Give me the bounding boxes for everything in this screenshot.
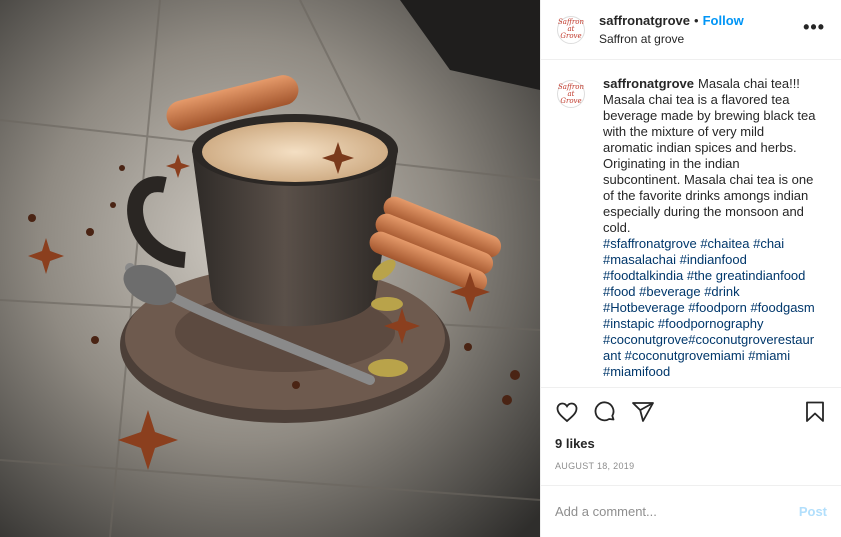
- post-photo[interactable]: [0, 0, 540, 537]
- post-date[interactable]: AUGUST 18, 2019: [555, 461, 827, 471]
- share-icon[interactable]: [631, 400, 655, 424]
- header-username[interactable]: saffronatgrove: [599, 13, 690, 28]
- location-link[interactable]: Saffron at grove: [599, 31, 803, 47]
- instagram-post: Saffron at Grove saffronatgrove • Follow S…: [0, 0, 841, 537]
- caption: Saffron at Grove saffronatgrove Masala ch…: [557, 76, 825, 387]
- caption-avatar-logo-text: Saffron at Grove: [558, 82, 584, 105]
- comment-icon[interactable]: [593, 400, 617, 424]
- header-text: saffronatgrove • Follow Saffron at grove: [599, 13, 803, 47]
- comments-section: Saffron at Grove saffronatgrove Masala ch…: [541, 60, 841, 387]
- caption-text: Masala chai tea!!! Masala chai tea is a …: [603, 76, 816, 235]
- follow-button[interactable]: Follow: [703, 13, 744, 28]
- avatar-logo-text: Saffron at Grove: [558, 18, 584, 40]
- caption-hashtags[interactable]: #sfaffronatgrove #chaitea #chai #masalac…: [603, 236, 817, 380]
- heart-icon[interactable]: [555, 400, 579, 424]
- avatar[interactable]: Saffron at Grove: [557, 15, 585, 44]
- caption-username[interactable]: saffronatgrove: [603, 76, 694, 91]
- post-sidebar: Saffron at Grove saffronatgrove • Follow S…: [540, 0, 841, 537]
- like-count[interactable]: 9 likes: [555, 436, 827, 451]
- action-icons: [555, 396, 827, 428]
- more-options-icon[interactable]: •••: [803, 18, 825, 38]
- comment-input[interactable]: Add a comment...: [555, 504, 799, 519]
- post-comment-button[interactable]: Post: [799, 504, 827, 519]
- caption-avatar[interactable]: Saffron at Grove: [557, 80, 585, 108]
- add-comment-bar: Add a comment... Post: [541, 485, 841, 537]
- post-header: Saffron at Grove saffronatgrove • Follow S…: [541, 0, 841, 60]
- post-actions: 9 likes AUGUST 18, 2019: [541, 387, 841, 485]
- header-separator: •: [694, 12, 699, 28]
- masala-chai-photo: [0, 0, 540, 537]
- caption-body: saffronatgrove Masala chai tea!!! Masala …: [603, 76, 817, 387]
- bookmark-icon[interactable]: [803, 400, 827, 424]
